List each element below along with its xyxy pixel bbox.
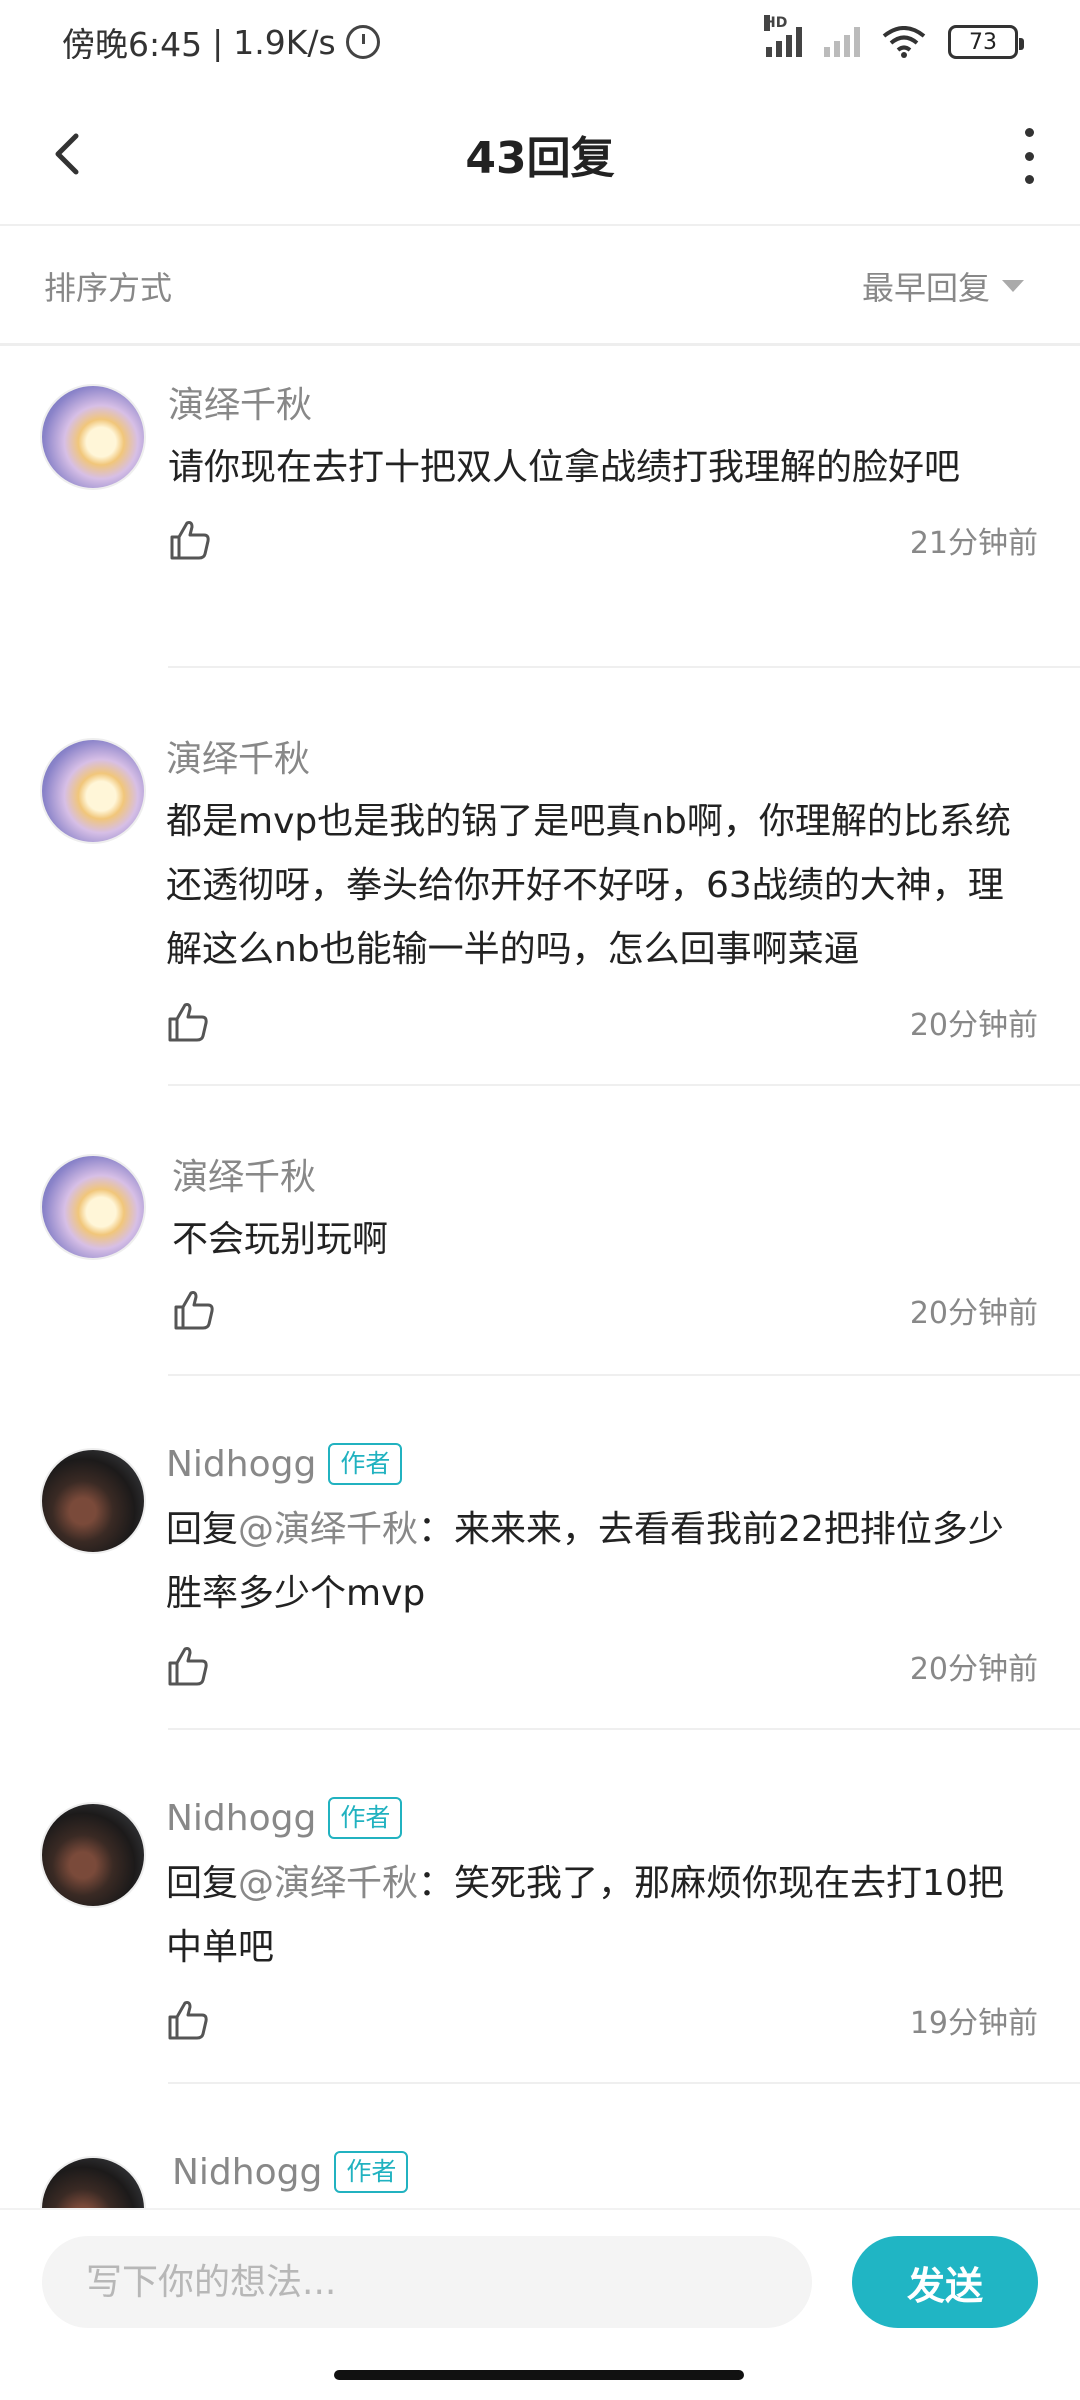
- avatar[interactable]: [40, 738, 146, 844]
- reply-content: 演绎千秋 都是mvp也是我的锅了是吧真nb啊，你理解的比系统还透彻呀，拳头给你开…: [166, 730, 1038, 1052]
- reply-time: 20分钟前: [909, 1008, 1038, 1043]
- status-separator: |: [212, 22, 224, 62]
- reply-footer: 20分钟前: [166, 1636, 1038, 1696]
- reply-author[interactable]: Nidhogg: [166, 1798, 316, 1839]
- reply-footer: 21分钟前: [168, 510, 1038, 570]
- page-title: 43回复: [465, 133, 615, 184]
- home-indicator[interactable]: [334, 2370, 744, 2380]
- avatar[interactable]: [40, 384, 146, 490]
- reply-header: 演绎千秋: [172, 1148, 1038, 1200]
- reply-text: 请你现在去打十把双人位拿战绩打我理解的脸好吧: [168, 447, 961, 488]
- reply-text: 回复@演绎千秋：笑死我了，那麻烦你现在去打10把中单吧: [166, 1852, 1038, 1980]
- send-button[interactable]: 发送: [852, 2236, 1038, 2328]
- reply-content: Nidhogg 作者 回复@演绎千秋：笑死我了，那麻烦你现在去打10把中单吧 1…: [166, 1792, 1038, 2050]
- status-right: HD 73: [764, 15, 1024, 59]
- reply-content: 演绎千秋 不会玩别玩啊 20分钟前: [172, 1148, 1038, 1340]
- sort-selected-value: 最早回复: [861, 268, 990, 307]
- cell-signal-icon: HD: [764, 15, 802, 57]
- mention-link[interactable]: @演绎千秋: [238, 1509, 418, 1550]
- reply-text: 都是mvp也是我的锅了是吧真nb啊，你理解的比系统还透彻呀，拳头给你开好不好呀，…: [166, 801, 1011, 970]
- status-net-speed: 1.9K/s: [233, 22, 336, 62]
- comment-input[interactable]: [42, 2236, 812, 2328]
- reply-page: 傍晚6:45 | 1.9K/s HD 73 43回复 排序方式 最早回复 演绎千…: [0, 0, 1080, 2400]
- reply-time: 21分钟前: [909, 526, 1038, 561]
- author-badge: 作者: [334, 2151, 409, 2193]
- reply-content: Nidhogg 作者: [172, 2146, 1038, 2198]
- reply-time: 19分钟前: [909, 2006, 1038, 2041]
- alarm-icon: [345, 25, 380, 59]
- avatar[interactable]: [40, 1448, 146, 1554]
- reply-time: 20分钟前: [909, 1296, 1038, 1331]
- status-bar: 傍晚6:45 | 1.9K/s HD 73: [0, 0, 1080, 84]
- reply-item: 演绎千秋 不会玩别玩啊 20分钟前: [0, 1086, 1080, 1376]
- reply-footer: 20分钟前: [172, 1280, 1038, 1340]
- reply-header: Nidhogg 作者: [172, 2146, 1038, 2198]
- reply-content: 演绎千秋 请你现在去打十把双人位拿战绩打我理解的脸好吧 21分钟前: [168, 376, 1038, 570]
- like-icon[interactable]: [172, 1288, 216, 1332]
- reply-author[interactable]: Nidhogg: [172, 2152, 322, 2193]
- author-badge: 作者: [328, 1797, 403, 1839]
- comment-composer: 发送: [0, 2208, 1080, 2358]
- reply-time: 20分钟前: [909, 1652, 1038, 1687]
- avatar[interactable]: [40, 1154, 146, 1260]
- mention-link[interactable]: @演绎千秋: [238, 1863, 418, 1904]
- reply-colon: ：: [418, 1863, 455, 1904]
- reply-colon: ：: [418, 1509, 455, 1550]
- reply-author[interactable]: Nidhogg: [166, 1444, 316, 1485]
- reply-item: Nidhogg 作者: [0, 2084, 1080, 2208]
- battery-icon: 73: [948, 25, 1024, 59]
- reply-header: Nidhogg 作者: [166, 1438, 1038, 1490]
- reply-prefix: 回复: [166, 1509, 239, 1550]
- reply-header: Nidhogg 作者: [166, 1792, 1038, 1844]
- like-icon[interactable]: [168, 518, 212, 562]
- wifi-icon: [882, 26, 926, 58]
- reply-author[interactable]: 演绎千秋: [166, 730, 310, 782]
- cell-signal-2-icon: [824, 27, 860, 57]
- reply-item: 演绎千秋 都是mvp也是我的锅了是吧真nb啊，你理解的比系统还透彻呀，拳头给你开…: [0, 668, 1080, 1086]
- reply-text: 回复@演绎千秋：来来来，去看看我前22把排位多少胜率多少个mvp: [166, 1498, 1038, 1626]
- reply-text: 不会玩别玩啊: [172, 1219, 389, 1260]
- author-badge: 作者: [328, 1443, 403, 1485]
- reply-prefix: 回复: [166, 1863, 239, 1904]
- status-time: 傍晚6:45: [62, 25, 203, 64]
- more-options-icon[interactable]: [1022, 128, 1036, 184]
- reply-item: Nidhogg 作者 回复@演绎千秋：笑死我了，那麻烦你现在去打10把中单吧 1…: [0, 1730, 1080, 2084]
- back-arrow-icon[interactable]: [46, 124, 90, 184]
- sort-dropdown[interactable]: 最早回复: [862, 263, 1024, 309]
- sort-bar: 排序方式 最早回复: [0, 228, 1080, 346]
- like-icon[interactable]: [166, 1644, 210, 1688]
- battery-level: 73: [969, 29, 997, 55]
- sort-label: 排序方式: [44, 268, 173, 307]
- like-icon[interactable]: [166, 1000, 210, 1044]
- reply-item: 演绎千秋 请你现在去打十把双人位拿战绩打我理解的脸好吧 21分钟前: [0, 346, 1080, 668]
- reply-footer: 19分钟前: [166, 1990, 1038, 2050]
- status-left: 傍晚6:45 | 1.9K/s: [62, 18, 380, 66]
- like-icon[interactable]: [166, 1998, 210, 2042]
- avatar[interactable]: [40, 2156, 146, 2208]
- hd-label: HD: [764, 15, 788, 31]
- reply-author[interactable]: 演绎千秋: [168, 376, 312, 428]
- reply-header: 演绎千秋: [166, 730, 1038, 782]
- reply-item: Nidhogg 作者 回复@演绎千秋：来来来，去看看我前22把排位多少胜率多少个…: [0, 1376, 1080, 1730]
- avatar[interactable]: [40, 1802, 146, 1908]
- reply-footer: 20分钟前: [166, 992, 1038, 1052]
- caret-down-icon: [1002, 279, 1024, 292]
- reply-author[interactable]: 演绎千秋: [172, 1148, 316, 1200]
- reply-header: 演绎千秋: [168, 376, 1038, 428]
- top-app-bar: 43回复: [0, 84, 1080, 226]
- reply-content: Nidhogg 作者 回复@演绎千秋：来来来，去看看我前22把排位多少胜率多少个…: [166, 1438, 1038, 1696]
